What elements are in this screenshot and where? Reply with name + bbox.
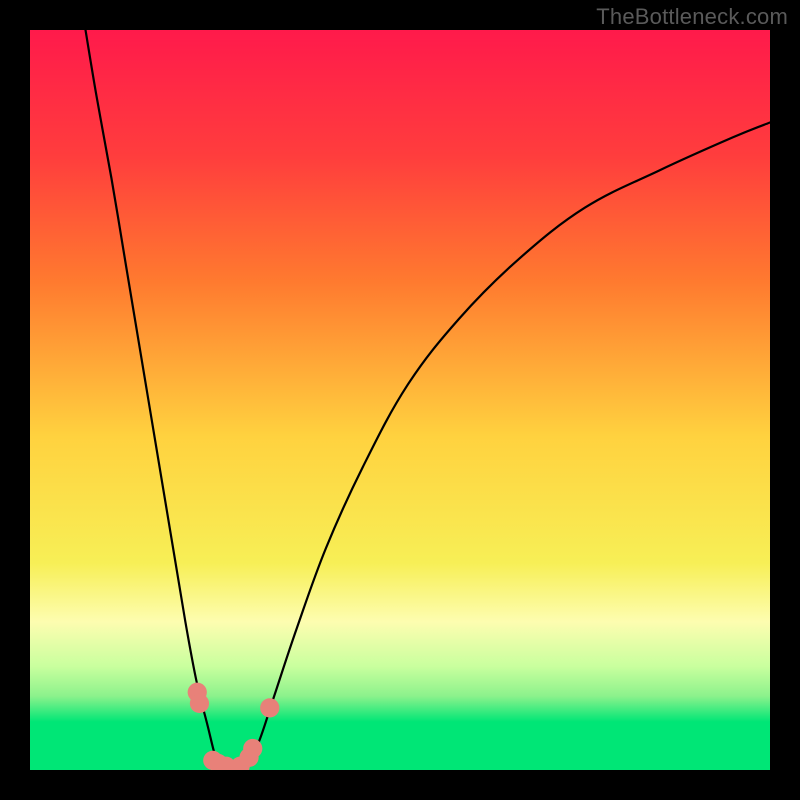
gradient-background: [30, 30, 770, 770]
data-point: [190, 694, 209, 713]
watermark-text: TheBottleneck.com: [596, 4, 788, 30]
data-point: [260, 698, 279, 717]
bottleneck-chart: [0, 0, 800, 800]
chart-stage: TheBottleneck.com: [0, 0, 800, 800]
data-point: [243, 739, 262, 758]
